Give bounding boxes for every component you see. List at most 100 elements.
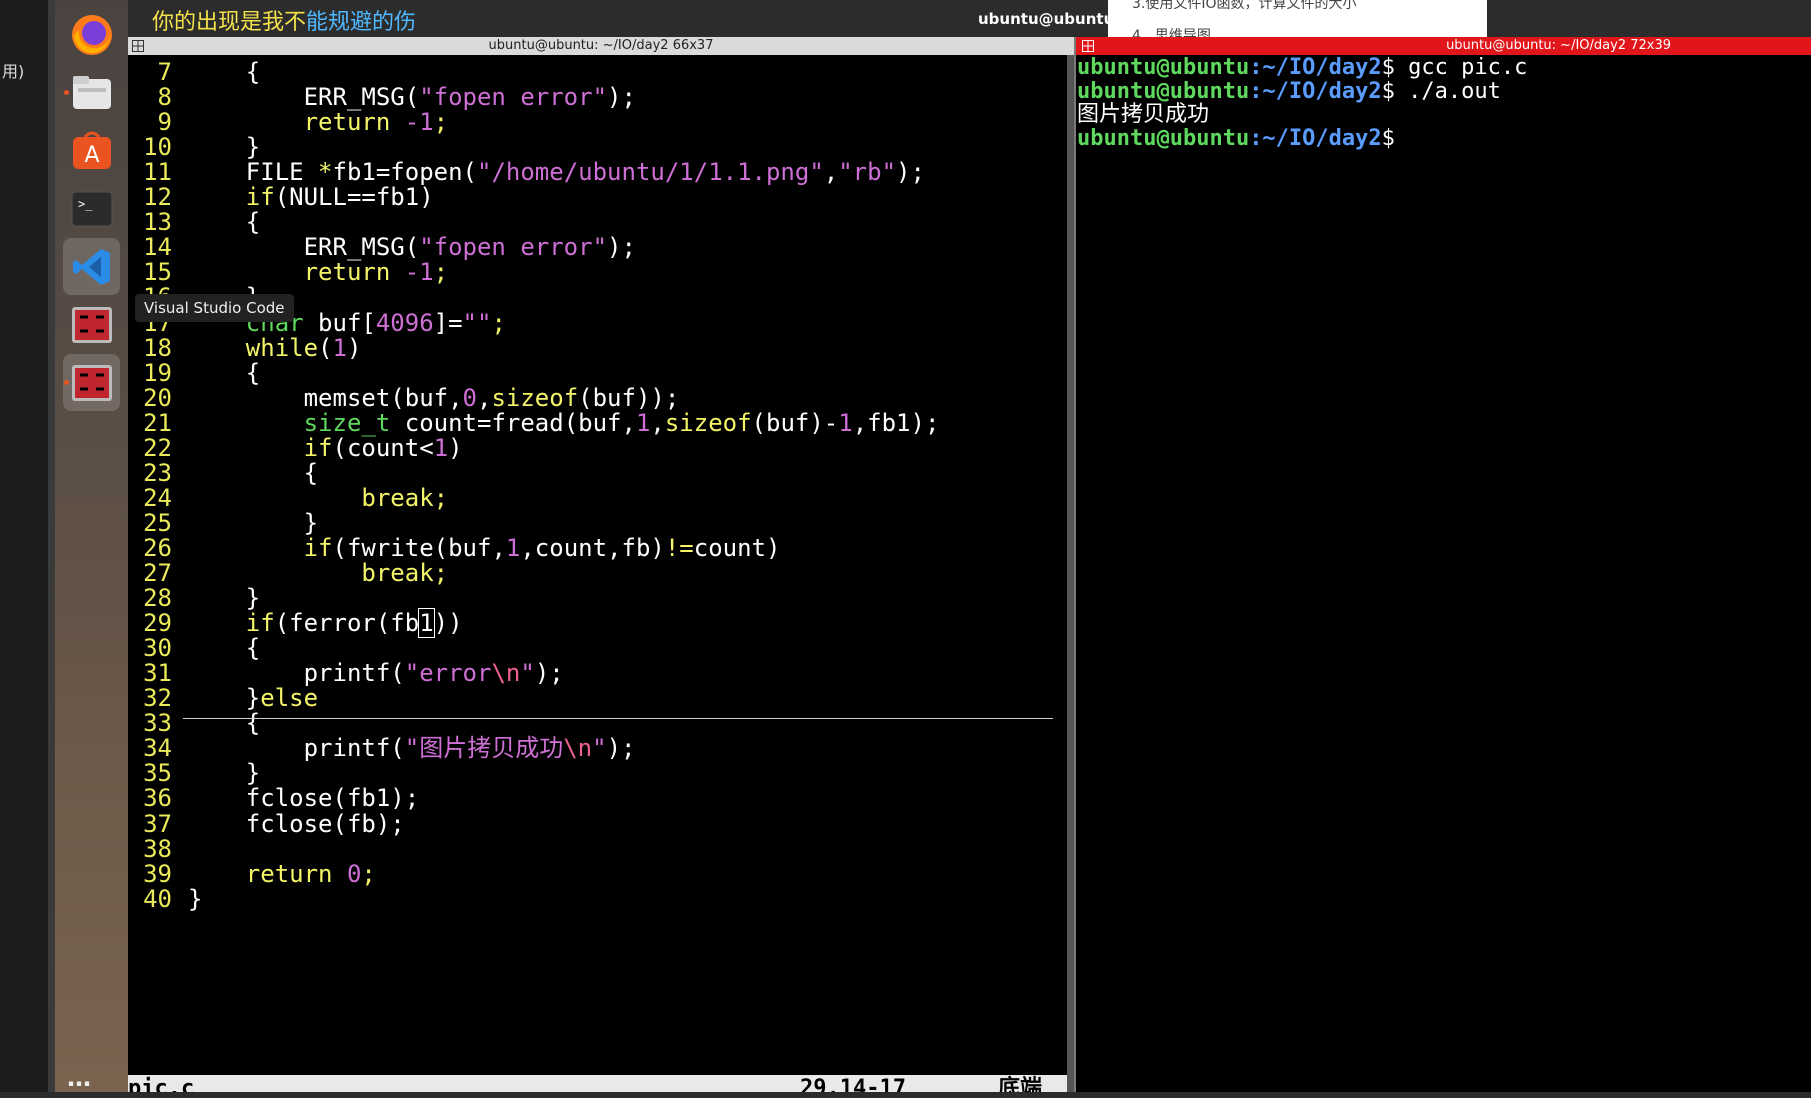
code-token: " bbox=[520, 659, 535, 688]
code-token: (fwrite(buf, bbox=[332, 533, 506, 562]
code-token: FILE bbox=[188, 158, 319, 187]
code-token: \n bbox=[563, 734, 593, 763]
code-token: ); bbox=[896, 158, 925, 187]
code-token: , bbox=[823, 158, 839, 187]
code-token: { bbox=[188, 58, 261, 86]
svg-text:>_: >_ bbox=[78, 197, 93, 211]
line-code: fclose(fb); bbox=[188, 810, 405, 839]
code-token: (NULL== bbox=[274, 183, 376, 212]
code-token: * bbox=[318, 158, 333, 187]
terminator-icon[interactable] bbox=[63, 296, 120, 353]
left-terminal-titlebar[interactable]: ubuntu@ubuntu: ~/IO/day2 66x37 bbox=[128, 37, 1074, 55]
code-token: } bbox=[188, 684, 261, 713]
prompt-path: :~/IO/day2 bbox=[1249, 55, 1382, 80]
code-token: "fopen error" bbox=[419, 233, 608, 262]
code-token: , bbox=[650, 408, 665, 437]
code-token: ; bbox=[361, 859, 376, 888]
firefox-icon[interactable] bbox=[63, 6, 120, 63]
code-token: memset(buf, bbox=[188, 383, 463, 412]
left-terminal-scrollbar[interactable] bbox=[1067, 55, 1074, 1092]
code-token: if bbox=[188, 433, 333, 462]
vscode-icon[interactable] bbox=[63, 238, 120, 295]
code-token: if bbox=[188, 183, 275, 212]
prompt-path: :~/IO/day2 bbox=[1249, 78, 1382, 104]
prompt-user: ubuntu@ubuntu bbox=[1077, 125, 1250, 151]
code-token: count=fread(buf, bbox=[390, 408, 636, 437]
files-icon[interactable] bbox=[63, 64, 120, 121]
prompt-command: $ ./a.out bbox=[1381, 78, 1501, 104]
code-token: -1 bbox=[404, 108, 434, 137]
code-token: (buf)- bbox=[751, 408, 839, 437]
prompt-user: ubuntu@ubuntu bbox=[1077, 55, 1250, 80]
status-scroll-position: 底端 bbox=[998, 1076, 1043, 1092]
cursorline-underline bbox=[183, 718, 1053, 719]
show-applications-icon[interactable]: ⋯ bbox=[67, 1070, 91, 1098]
code-token: 1 bbox=[332, 333, 347, 362]
code-token: ,count,fb) bbox=[520, 533, 665, 562]
terminator-icon-2[interactable] bbox=[63, 354, 120, 411]
code-token: "rb" bbox=[838, 158, 897, 187]
code-token: ]= bbox=[433, 308, 463, 337]
code-token: break; bbox=[188, 559, 449, 587]
code-token: fclose(fb1); bbox=[188, 784, 420, 813]
code-token: 1 bbox=[838, 408, 853, 437]
code-token: ) bbox=[346, 333, 362, 362]
code-token: (ferror(fb bbox=[274, 609, 420, 638]
status-filename: pic.c bbox=[128, 1076, 195, 1092]
code-token: ERR_MSG( bbox=[188, 83, 420, 112]
code-token: fclose(fb); bbox=[188, 809, 405, 838]
code-token: } bbox=[188, 759, 261, 788]
code-token: (buf)); bbox=[578, 383, 680, 412]
code-token: return bbox=[188, 859, 347, 888]
prompt-command: $ gcc pic.c bbox=[1381, 55, 1528, 80]
terminal-icon[interactable]: >_ bbox=[63, 180, 120, 237]
background-window-text: 用) bbox=[2, 62, 25, 81]
code-token: 0 bbox=[462, 383, 477, 412]
code-token: 0 bbox=[346, 859, 362, 888]
code-token: return bbox=[188, 108, 405, 137]
right-terminal-title: ubuntu@ubuntu: ~/IO/day2 72x39 bbox=[1446, 38, 1671, 53]
code-token: buf[ bbox=[303, 308, 376, 337]
code-token: } bbox=[188, 884, 203, 913]
code-token: ) bbox=[448, 433, 463, 462]
svg-text:A: A bbox=[84, 143, 99, 168]
code-token: sizeof bbox=[664, 408, 752, 437]
command-output: 图片拷贝成功 bbox=[1077, 102, 1210, 127]
code-token: { bbox=[188, 208, 261, 237]
code-token: 4096 bbox=[375, 308, 434, 337]
code-token: 1 bbox=[433, 433, 449, 462]
code-token: count) bbox=[693, 533, 781, 562]
line-code: } bbox=[188, 885, 202, 914]
code-token: if bbox=[188, 533, 333, 562]
left-terminal-title: ubuntu@ubuntu: ~/IO/day2 66x37 bbox=[488, 38, 714, 53]
vim-editor[interactable]: 7 {8 ERR_MSG("fopen error"); 9 return -1;… bbox=[128, 55, 1067, 1092]
code-token: "" bbox=[462, 308, 492, 337]
code-token: { bbox=[188, 358, 261, 387]
code-token: ; bbox=[433, 108, 449, 137]
line-code: return 0; bbox=[188, 860, 376, 889]
text-cursor: 1 bbox=[418, 608, 435, 639]
code-token: sizeof bbox=[491, 383, 579, 412]
dock: A >_ ⋯ bbox=[55, 0, 128, 1098]
status-cursor-position: 29,14-17 bbox=[800, 1076, 906, 1092]
right-terminal[interactable]: ubuntu@ubuntu:~/IO/day2$ gcc pic.c ubuntu… bbox=[1076, 55, 1811, 1092]
code-token: -1 bbox=[404, 258, 434, 287]
code-token: break; bbox=[188, 483, 449, 512]
code-token: { bbox=[188, 709, 261, 738]
code-token: ERR_MSG( bbox=[188, 233, 420, 262]
code-token: (count< bbox=[332, 433, 434, 462]
code-token: "/home/ubuntu/1/1.1.png" bbox=[477, 158, 824, 187]
software-center-icon[interactable]: A bbox=[63, 122, 120, 179]
code-token: " bbox=[592, 734, 607, 763]
code-token: != bbox=[664, 533, 694, 562]
code-token: ); bbox=[607, 83, 636, 112]
topbar-window-title: ubuntu@ubuntu: bbox=[978, 10, 1121, 28]
code-token: } bbox=[188, 133, 261, 162]
code-token: ); bbox=[534, 659, 564, 688]
code-token: ,fb1); bbox=[852, 408, 940, 437]
code-token: 1 bbox=[635, 408, 651, 437]
code-token: } bbox=[188, 584, 261, 613]
right-terminal-titlebar[interactable]: ubuntu@ubuntu: ~/IO/day2 72x39 bbox=[1076, 37, 1811, 55]
code-token: )) bbox=[433, 609, 463, 638]
background-document-window[interactable]: 3.使用文件IO函数，计算文件的大小 4、思维导图 bbox=[1108, 0, 1487, 37]
